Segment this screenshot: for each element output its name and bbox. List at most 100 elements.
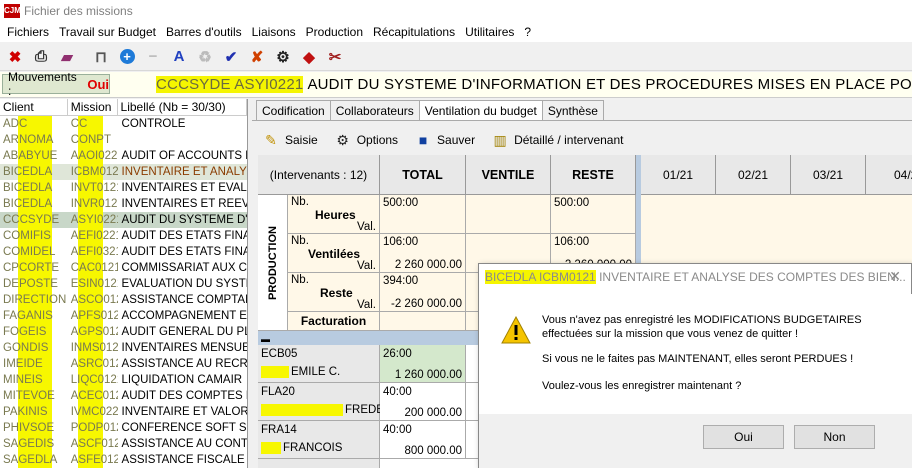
production-section: PRODUCTION xyxy=(258,195,288,331)
close-icon[interactable]: ✖ xyxy=(4,46,26,68)
menu-liaisons[interactable]: Liaisons xyxy=(247,25,301,39)
list-item[interactable]: SAGEDISASCF0121ASSISTANCE AU CONTF xyxy=(0,436,247,452)
list-item[interactable]: MITEVOEACEC0121AUDIT DES COMPTES E xyxy=(0,388,247,404)
col-mission[interactable]: Mission xyxy=(68,99,118,115)
book-icon[interactable]: ▰ xyxy=(56,46,78,68)
tools-icon[interactable]: ✂ xyxy=(324,46,346,68)
remove-icon[interactable]: − xyxy=(142,46,164,68)
list-item[interactable]: MINEISLIQC0121LIQUIDATION CAMAIR xyxy=(0,372,247,388)
menu-travail-budget[interactable]: Travail sur Budget xyxy=(54,25,161,39)
recycle-icon[interactable]: ♻ xyxy=(194,46,216,68)
list-item[interactable]: BICEDLAINVR0121INVENTAIRES ET REEVAL xyxy=(0,196,247,212)
list-item[interactable]: COMIDEL AEFI0321 AUDIT DES ETATS FINA xyxy=(0,244,247,260)
col-libelle[interactable]: Libellé (Nb = 30/30) xyxy=(118,99,247,115)
col-client[interactable]: Client xyxy=(0,99,68,115)
list-cell-libelle: EVALUATION DU SYSTE xyxy=(121,278,247,290)
row-ventilees-label: Nb. Ventilées Val. xyxy=(288,234,380,273)
list-item[interactable]: COMIFIS AEFI0221 AUDIT DES ETATS FINA xyxy=(0,228,247,244)
intervenant-row[interactable]: FLA20 FREDE xyxy=(258,383,384,421)
intervenant-row[interactable]: FRA14 FRANCOIS xyxy=(258,421,380,459)
close-icon[interactable]: ✕ xyxy=(889,268,901,285)
list-item[interactable]: FOGEISAGPS0121AUDIT GENERAL DU PL xyxy=(0,324,247,340)
intervenant-total[interactable]: 40:00 800 000.00 xyxy=(380,421,466,459)
tab-codification[interactable]: Codification xyxy=(256,100,331,120)
no-button[interactable]: Non xyxy=(794,425,875,449)
detail-button[interactable]: ▥ Détaillé / intervenant xyxy=(491,131,623,149)
ventilees-total[interactable]: 106:00 2 260 000.00 xyxy=(380,234,466,273)
list-item[interactable]: ABABYUEAAOI0221AUDIT OF ACCOUNTS FI xyxy=(0,148,247,164)
list-cell-mission: INMS0121 xyxy=(67,340,118,356)
dialog-title-code: BICEDLA ICBM0121 xyxy=(485,270,596,284)
list-item[interactable]: PAKINISIVMC0221INVENTAIRE ET VALORI xyxy=(0,404,247,420)
heures-total[interactable]: 500:00 xyxy=(380,195,466,234)
detail-label: Détaillé / intervenant xyxy=(514,133,624,147)
list-cell-libelle: INVENTAIRES MENSUE xyxy=(121,342,247,354)
intervenant-code: FLA20 xyxy=(261,386,295,398)
menu-production[interactable]: Production xyxy=(301,25,368,39)
list-item[interactable]: BICEDLAICBM0121INVENTAIRE ET ANALYS xyxy=(0,164,247,180)
saisie-button[interactable]: ✎ Saisie xyxy=(262,131,318,149)
menu-help[interactable]: ? xyxy=(519,25,536,39)
options-button[interactable]: ⚙ Options xyxy=(334,131,398,149)
heures-reste[interactable]: 500:00 xyxy=(551,195,636,234)
list-item[interactable]: CPCORTE CAC0121 COMMISSARIAT AUX CO xyxy=(0,260,247,276)
list-cell-client: CCCSYDE xyxy=(0,212,68,228)
list-item[interactable]: PHIVSOEPODP0121CONFERENCE SOFT SKI xyxy=(0,420,247,436)
list-item[interactable]: FAGANISAPFS0121ACCOMPAGNEMENT EL xyxy=(0,308,247,324)
dialog-line-3: Si vous ne le faites pas MAINTENANT, ell… xyxy=(542,353,854,365)
menu-utilitaires[interactable]: Utilitaires xyxy=(460,25,519,39)
tab-synthese[interactable]: Synthèse xyxy=(541,100,604,120)
print-icon[interactable]: ⎙ xyxy=(30,46,52,68)
intervenant-code: ECB05 xyxy=(261,348,298,360)
list-item[interactable]: IMEIDEASRC0121ASSISTANCE AU RECRU xyxy=(0,356,247,372)
tab-ventilation-budget[interactable]: Ventilation du budget xyxy=(418,100,543,121)
mission-list: Client Mission Libellé (Nb = 30/30) ADC C… xyxy=(0,99,248,468)
menu-fichiers[interactable]: Fichiers xyxy=(2,25,54,39)
list-item[interactable]: ADC CC CONTROLE xyxy=(0,116,247,132)
intervenant-total[interactable]: 40:00 200 000.00 xyxy=(380,383,466,421)
list-cell-client: FOGEIS xyxy=(0,324,68,340)
sauver-button[interactable]: ■ Sauver xyxy=(414,131,475,149)
menu-recapitulations[interactable]: Récapitulations xyxy=(368,25,460,39)
intervenant-row[interactable]: ECB05 EMILE C. xyxy=(258,345,380,383)
col-reste: RESTE xyxy=(551,155,636,195)
list-cell-libelle: LIQUIDATION CAMAIR xyxy=(121,374,243,386)
facturation-total[interactable] xyxy=(380,312,466,331)
yes-button[interactable]: Oui xyxy=(703,425,784,449)
cross-icon[interactable]: ✘ xyxy=(246,46,268,68)
list-cell-libelle: AUDIT DES ETATS FINA xyxy=(121,246,247,258)
reste-total[interactable]: 394:00 -2 260 000.00 xyxy=(380,273,466,312)
eraser-icon[interactable]: ◆ xyxy=(298,46,320,68)
intervenant-row[interactable] xyxy=(258,459,380,468)
check-icon[interactable]: ✔ xyxy=(220,46,242,68)
list-item[interactable]: DIRECTIONASCO0121ASSISTANCE COMPTAB xyxy=(0,292,247,308)
list-item[interactable]: CCCSYDE ASYI0221 AUDIT DU SYSTEME D'I xyxy=(0,212,247,228)
intervenant-total[interactable]: 26:00 1 260 000.00 xyxy=(380,345,466,383)
list-item[interactable]: ARNOMA CONPT xyxy=(0,132,247,148)
intervenant-name: EMILE C. xyxy=(261,366,341,378)
tab-collaborateurs[interactable]: Collaborateurs xyxy=(329,100,420,120)
list-cell-client: PHIVSOE xyxy=(0,420,68,436)
save-icon: ■ xyxy=(418,132,428,148)
sort-icon[interactable]: ▬ xyxy=(261,334,270,344)
list-cell-client: BICEDLA xyxy=(0,180,68,196)
lock-icon[interactable]: ⊓ xyxy=(90,46,112,68)
list-cell-client: IMEIDE xyxy=(0,356,68,372)
heures-ventile[interactable] xyxy=(466,195,551,234)
list-cell-libelle: CONTROLE xyxy=(121,118,186,130)
text-a-icon[interactable]: A xyxy=(168,46,190,68)
list-cell-client: MITEVOE xyxy=(0,388,68,404)
options-label: Options xyxy=(356,133,399,147)
tree-icon[interactable]: ⚙ xyxy=(272,46,294,68)
list-item[interactable]: GONDISINMS0121INVENTAIRES MENSUE xyxy=(0,340,247,356)
add-icon[interactable]: + xyxy=(116,46,138,68)
list-cell-client: GONDIS xyxy=(0,340,68,356)
row-heures-label: Nb. Heures Val. xyxy=(288,195,380,234)
list-item[interactable]: BICEDLA INVT0121 INVENTAIRES ET EVALU xyxy=(0,180,247,196)
list-item[interactable]: SAGEDLAASFE0121ASSISTANCE FISCALE E xyxy=(0,452,247,468)
menu-bar: Fichiers Travail sur Budget Barres d'out… xyxy=(0,22,912,42)
intervenant-code: FRA14 xyxy=(261,424,297,436)
menu-barres-outils[interactable]: Barres d'outils xyxy=(161,25,247,39)
list-cell-libelle: INVENTAIRES ET REEVAL xyxy=(121,198,247,210)
list-item[interactable]: DEPOSTEESIN0121EVALUATION DU SYSTE xyxy=(0,276,247,292)
